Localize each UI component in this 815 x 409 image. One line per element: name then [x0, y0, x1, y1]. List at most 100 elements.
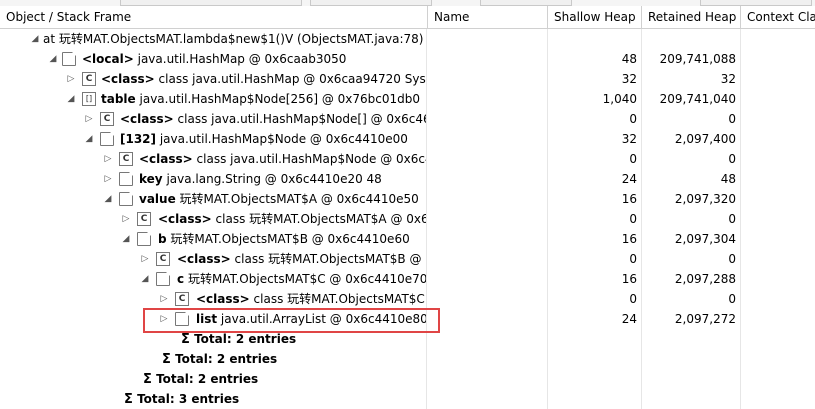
tree-row[interactable]: ▷ C <class> class 玩转MAT.ObjectsMAT$B @ 0… [0, 249, 815, 269]
object-icon [62, 52, 76, 66]
field-name: [132] [120, 132, 157, 146]
object-label: java.lang.String @ 0x6c4410e20 48 [162, 172, 382, 186]
retained-heap-value: 32 [642, 69, 741, 89]
tree-row[interactable]: ▷ C <class> class java.util.HashMap$Node… [0, 109, 815, 129]
tree-row[interactable]: ◢ b 玩转MAT.ObjectsMAT$B @ 0x6c4410e60 16 … [0, 229, 815, 249]
column-header-shallow-heap[interactable]: Shallow Heap [548, 6, 642, 28]
tree-row[interactable]: ◢ c 玩转MAT.ObjectsMAT$C @ 0x6c4410e70 16 … [0, 269, 815, 289]
column-header-name[interactable]: Name [428, 6, 548, 28]
expand-arrow-icon[interactable]: ▷ [82, 109, 96, 129]
expand-arrow-icon[interactable]: ▷ [157, 289, 171, 309]
field-name: <class> [177, 252, 231, 266]
object-label: 玩转MAT.ObjectsMAT$A @ 0x6c4410e50 [175, 192, 419, 206]
class-icon: C [156, 252, 170, 266]
retained-heap-value: 0 [642, 249, 741, 269]
expand-arrow-icon[interactable]: ▷ [138, 249, 152, 269]
object-icon [119, 172, 133, 186]
tree-row[interactable]: ◢ [132] java.util.HashMap$Node @ 0x6c441… [0, 129, 815, 149]
retained-heap-value: 0 [642, 149, 741, 169]
total-label: Total: 2 entries [156, 372, 259, 386]
field-name: <class> [196, 292, 250, 306]
retained-heap-value: 2,097,400 [642, 129, 741, 149]
field-name: <local> [82, 52, 134, 66]
expand-arrow-icon[interactable]: ▷ [119, 209, 133, 229]
shallow-heap-value: 16 [548, 229, 642, 249]
field-name: <class> [120, 112, 174, 126]
tree-row[interactable]: ▷ C <class> class 玩转MAT.ObjectsMAT$C ( 0… [0, 289, 815, 309]
sigma-icon: Σ [162, 352, 171, 367]
object-icon [100, 132, 114, 146]
object-label: 玩转MAT.ObjectsMAT$B @ 0x6c4410e60 [166, 232, 410, 246]
collapse-arrow-icon[interactable]: ◢ [138, 269, 152, 289]
shallow-heap-value: 1,040 [548, 89, 642, 109]
retained-heap-value: 2,097,304 [642, 229, 741, 249]
object-icon [119, 192, 133, 206]
class-icon: C [119, 152, 133, 166]
class-icon: C [82, 72, 96, 86]
shallow-heap-value: 0 [548, 149, 642, 169]
expand-arrow-icon[interactable]: ▷ [64, 69, 78, 89]
total-row: Σ Total: 2 entries [0, 349, 815, 369]
field-name: b [158, 232, 167, 246]
shallow-heap-value: 0 [548, 109, 642, 129]
total-label: Total: 3 entries [137, 392, 240, 406]
field-name: value [139, 192, 176, 206]
object-label: class java.util.HashMap$Node @ 0x6c46: [192, 152, 427, 166]
collapse-arrow-icon[interactable]: ◢ [46, 49, 60, 69]
collapse-arrow-icon[interactable]: ◢ [64, 89, 78, 109]
object-label: 玩转MAT.ObjectsMAT$C @ 0x6c4410e70 [184, 272, 427, 286]
table-header: Object / Stack Frame Name Shallow Heap R… [0, 6, 815, 29]
shallow-heap-value: 48 [548, 49, 642, 69]
shallow-heap-value: 0 [548, 209, 642, 229]
collapse-arrow-icon[interactable]: ◢ [82, 129, 96, 149]
retained-heap-value: 0 [642, 289, 741, 309]
shallow-heap-value: 32 [548, 129, 642, 149]
total-label: Total: 2 entries [194, 332, 297, 346]
retained-heap-value: 0 [642, 109, 741, 129]
frame-label: at 玩转MAT.ObjectsMAT.lambda$new$1()V (Obj… [43, 32, 424, 46]
tree-row[interactable]: ◢ at 玩转MAT.ObjectsMAT.lambda$new$1()V (O… [0, 29, 815, 49]
tree-row[interactable]: ▷ C <class> class 玩转MAT.ObjectsMAT$A @ 0… [0, 209, 815, 229]
field-name: key [139, 172, 163, 186]
sigma-icon: Σ [124, 392, 133, 407]
field-name: table [101, 92, 136, 106]
tree-row[interactable]: ◢ value 玩转MAT.ObjectsMAT$A @ 0x6c4410e50… [0, 189, 815, 209]
field-name: <class> [139, 152, 193, 166]
collapse-arrow-icon[interactable]: ◢ [28, 29, 42, 49]
object-label: java.util.HashMap$Node @ 0x6c4410e00 [156, 132, 408, 146]
total-row: Σ Total: 3 entries [0, 389, 815, 409]
object-label: class 玩转MAT.ObjectsMAT$B @ 0 [230, 252, 427, 266]
collapse-arrow-icon[interactable]: ◢ [119, 229, 133, 249]
shallow-heap-value: 16 [548, 269, 642, 289]
retained-heap-value: 48 [642, 169, 741, 189]
column-header-context-class[interactable]: Context Clas [741, 6, 815, 28]
retained-heap-value: 0 [642, 209, 741, 229]
collapse-arrow-icon[interactable]: ◢ [101, 189, 115, 209]
retained-heap-value: 2,097,272 [642, 309, 741, 329]
array-icon: [] [82, 92, 96, 106]
retained-heap-value: 2,097,288 [642, 269, 741, 289]
expand-arrow-icon[interactable]: ▷ [101, 169, 115, 189]
retained-heap-value: 209,741,088 [642, 49, 741, 69]
shallow-heap-value: 16 [548, 189, 642, 209]
tree-row[interactable]: ▷ C <class> class java.util.HashMap$Node… [0, 149, 815, 169]
tree-row[interactable]: ◢ [] table java.util.HashMap$Node[256] @… [0, 89, 815, 109]
shallow-heap-value: 24 [548, 169, 642, 189]
tree-row[interactable]: ◢ <local> java.util.HashMap @ 0x6caab305… [0, 49, 815, 69]
object-icon [156, 272, 170, 286]
retained-heap-value: 209,741,040 [642, 89, 741, 109]
field-name: <class> [158, 212, 212, 226]
tree-row[interactable]: ▷ C <class> class java.util.HashMap @ 0x… [0, 69, 815, 89]
class-icon: C [175, 292, 189, 306]
column-header-object[interactable]: Object / Stack Frame [0, 6, 428, 28]
expand-arrow-icon[interactable]: ▷ [101, 149, 115, 169]
class-icon: C [100, 112, 114, 126]
shallow-heap-value: 0 [548, 249, 642, 269]
tree-row[interactable]: ▷ key java.lang.String @ 0x6c4410e20 48 … [0, 169, 815, 189]
object-label: java.util.HashMap$Node[256] @ 0x76bc01db… [135, 92, 421, 106]
field-name: <class> [101, 72, 155, 86]
retained-heap-value: 2,097,320 [642, 189, 741, 209]
object-label: class java.util.HashMap @ 0x6caa94720 Sy… [154, 72, 427, 86]
column-header-retained-heap[interactable]: Retained Heap [642, 6, 741, 28]
total-label: Total: 2 entries [175, 352, 278, 366]
